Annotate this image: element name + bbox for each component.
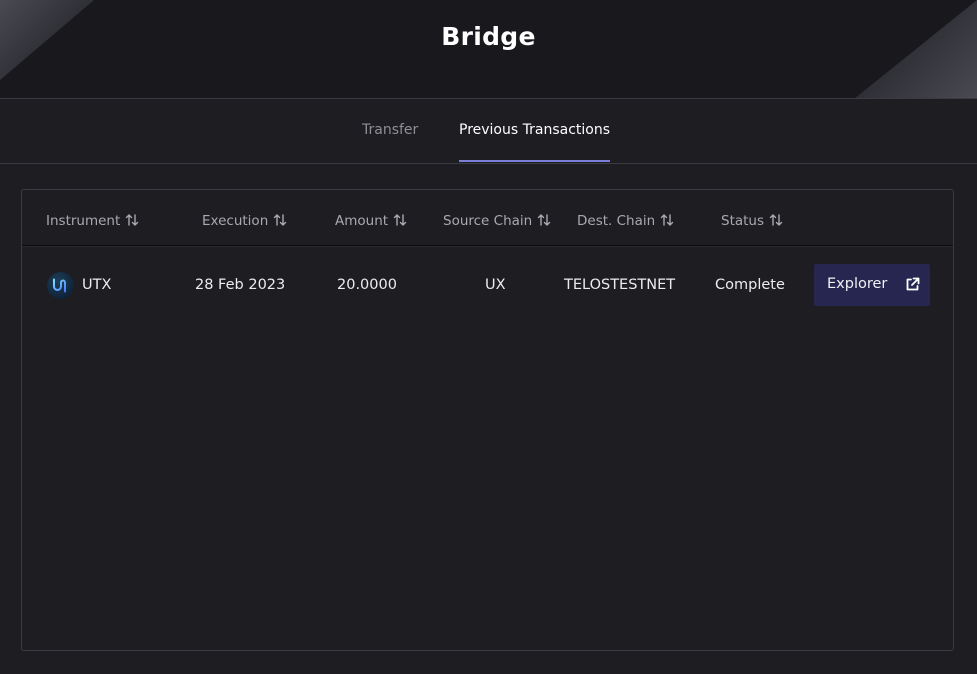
sort-icon xyxy=(125,213,139,227)
explorer-button[interactable]: Explorer xyxy=(814,264,930,306)
dest-chain-value: TELOSTESTNET xyxy=(564,277,676,293)
sort-icon xyxy=(537,213,551,227)
column-header-source-chain[interactable]: Source Chain xyxy=(443,213,551,229)
transactions-panel: Instrument Execution Amount Source Chain… xyxy=(21,189,954,651)
column-header-amount[interactable]: Amount xyxy=(335,213,407,229)
column-header-dest-chain[interactable]: Dest. Chain xyxy=(577,213,674,229)
column-header-execution[interactable]: Execution xyxy=(202,213,287,229)
tab-previous-transactions[interactable]: Previous Transactions xyxy=(459,122,610,162)
utx-coin-icon xyxy=(47,272,74,299)
table-header: Instrument Execution Amount Source Chain… xyxy=(22,190,953,246)
external-link-icon xyxy=(905,277,920,296)
page-title: Bridge xyxy=(441,22,536,51)
amount-value: 20.0000 xyxy=(337,277,397,293)
tab-transfer[interactable]: Transfer xyxy=(362,122,418,160)
sort-icon xyxy=(273,213,287,227)
execution-date: 28 Feb 2023 xyxy=(195,277,286,293)
sort-icon xyxy=(660,213,674,227)
sort-icon xyxy=(393,213,407,227)
explorer-button-label: Explorer xyxy=(827,276,888,292)
column-header-status[interactable]: Status xyxy=(721,213,783,229)
sort-icon xyxy=(769,213,783,227)
tab-bar: Transfer Previous Transactions xyxy=(0,99,977,164)
column-header-instrument[interactable]: Instrument xyxy=(46,213,139,229)
table-row: UTX 28 Feb 2023 20.0000 UX TELOSTESTNET … xyxy=(22,264,953,308)
status-value: Complete xyxy=(715,277,785,293)
page-header: Bridge xyxy=(0,0,977,99)
source-chain-value: UX xyxy=(485,277,506,293)
instrument-name: UTX xyxy=(82,277,112,293)
